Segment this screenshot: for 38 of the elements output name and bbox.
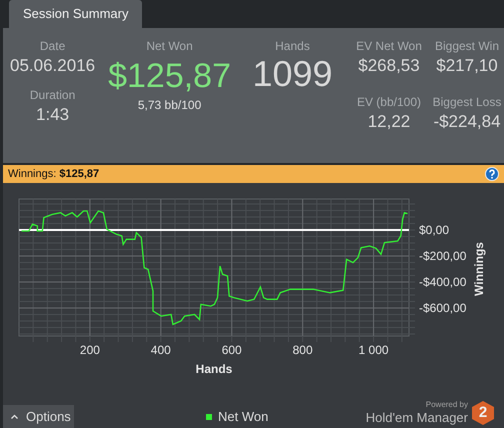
caret-up-icon xyxy=(11,414,18,419)
x-tick-label: 1 000 xyxy=(358,343,389,357)
x-axis-title: Hands xyxy=(196,362,232,376)
help-icon[interactable] xyxy=(485,167,499,181)
stat-label: Duration xyxy=(30,87,76,103)
product-name: Hold'em Manager xyxy=(366,410,468,425)
logo-badge: 2 xyxy=(472,401,494,425)
y-axis-title: Winnings xyxy=(472,242,486,296)
stat-value: $268,53 xyxy=(358,55,420,77)
stat-value: 05.06.2016 xyxy=(10,55,96,77)
stat-label: Date xyxy=(40,38,66,54)
stat-value: $217,10 xyxy=(436,55,498,77)
legend-label: Net Won xyxy=(218,408,268,426)
stat-value: 12,22 xyxy=(368,111,410,133)
stat-value: -$224,84 xyxy=(433,111,501,133)
bb-rate: 5,73 bb/100 xyxy=(138,98,202,112)
net-won-value: $125,87 xyxy=(108,56,231,97)
y-tick-label: $0,00 xyxy=(419,222,450,237)
legend-swatch xyxy=(206,414,212,420)
stat-label: Hands xyxy=(275,38,310,54)
stat-label: Biggest Win xyxy=(434,38,500,54)
y-tick-label: -$200,00 xyxy=(419,248,466,263)
stat-label: EV Net Won xyxy=(356,38,422,54)
x-tick-label: 600 xyxy=(222,343,242,357)
x-tick-label: 200 xyxy=(80,343,100,357)
tab[interactable]: Session Summary xyxy=(9,0,142,28)
x-tick-label: 800 xyxy=(292,343,313,357)
y-tick-label: -$600,00 xyxy=(419,301,466,316)
stat-label: Biggest Loss xyxy=(432,94,502,110)
stat-label: Net Won xyxy=(146,38,193,54)
stat-value: 1:43 xyxy=(36,104,70,126)
powered-by: Powered by xyxy=(426,400,468,410)
winnings-summary: Winnings: $125,87 xyxy=(8,166,100,182)
stat-value: 1099 xyxy=(252,54,333,94)
y-tick-label: -$400,00 xyxy=(419,275,466,289)
stat-label: EV (bb/100) xyxy=(356,94,422,110)
options-button[interactable]: Options xyxy=(3,405,74,428)
x-tick-label: 400 xyxy=(150,343,171,357)
